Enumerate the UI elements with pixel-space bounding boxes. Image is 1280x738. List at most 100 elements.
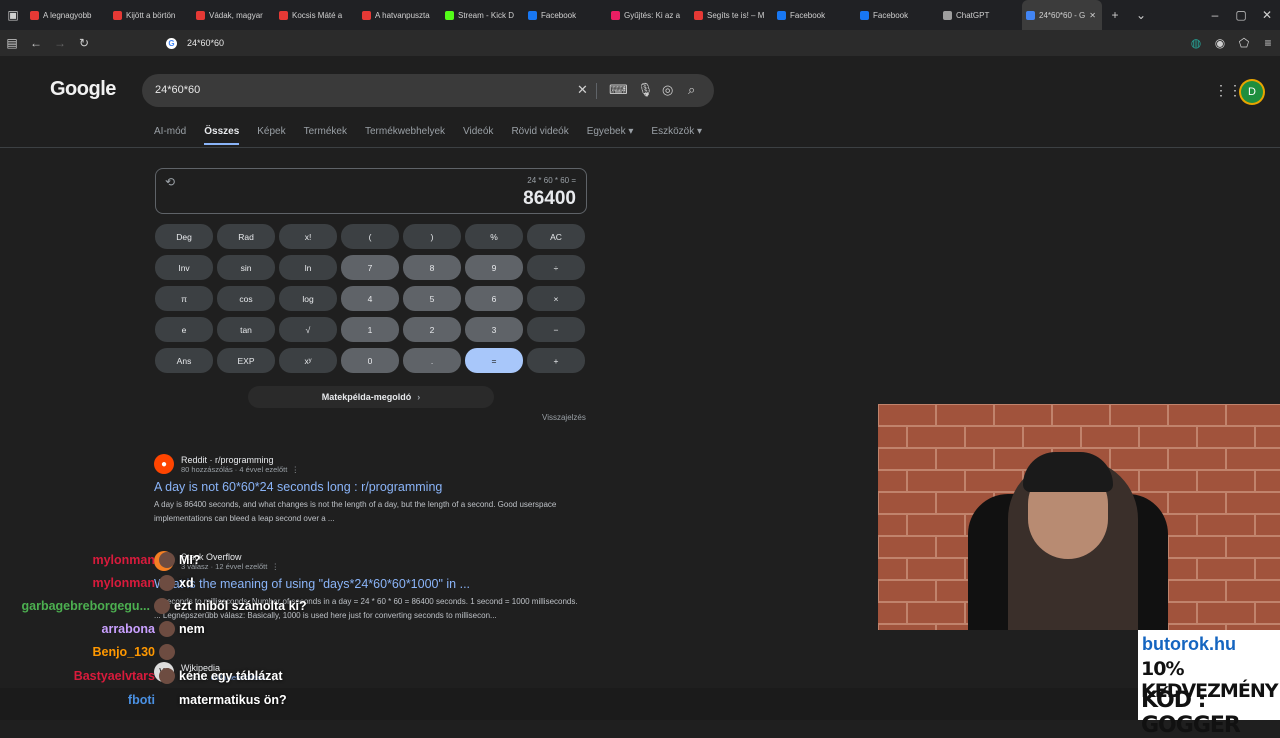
calculator-key[interactable]: . xyxy=(403,348,461,373)
feedback-link[interactable]: Visszajelzés xyxy=(542,413,586,422)
calculator-key[interactable]: ÷ xyxy=(527,255,585,280)
forward-icon[interactable]: → xyxy=(48,36,72,50)
nav-tab[interactable]: Termékwebhelyek xyxy=(365,126,445,145)
browser-tab[interactable]: ChatGPT xyxy=(939,0,1022,30)
calculator-key[interactable]: x! xyxy=(279,224,337,249)
calculator-key[interactable]: % xyxy=(465,224,523,249)
extensions-icon[interactable]: ⬠ xyxy=(1232,36,1256,50)
calculator-key[interactable]: 1 xyxy=(341,317,399,342)
math-solver-button[interactable]: Matekpélda-megoldó › xyxy=(248,386,494,408)
clear-icon[interactable]: ✕ xyxy=(577,82,588,98)
vpn-icon[interactable]: ◍ xyxy=(1184,36,1208,50)
tab-list-icon[interactable]: ⌄ xyxy=(1128,8,1154,22)
calculator-key[interactable]: 8 xyxy=(403,255,461,280)
calculator-key[interactable]: 9 xyxy=(465,255,523,280)
calculator-key[interactable]: + xyxy=(527,348,585,373)
address-bar[interactable]: G 24*60*60 xyxy=(166,37,1096,49)
calculator-key[interactable]: Ans xyxy=(155,348,213,373)
history-icon[interactable]: ⟲ xyxy=(165,175,175,189)
maximize-icon[interactable]: ▢ xyxy=(1228,8,1254,22)
nav-tab[interactable]: Videók xyxy=(463,126,493,145)
calculator-key[interactable]: 6 xyxy=(465,286,523,311)
calculator-key[interactable]: xʸ xyxy=(279,348,337,373)
nav-tab[interactable]: Egyebek ▾ xyxy=(587,126,634,145)
result-source[interactable]: ≡ Stack Overflow 3 válasz · 12 évvel eze… xyxy=(154,551,594,571)
calculator-key[interactable]: × xyxy=(527,286,585,311)
browser-tab[interactable]: Stream - Kick D xyxy=(441,0,524,30)
chat-text: ezt miből számolta ki? xyxy=(174,599,307,613)
calculator-expression: 24 * 60 * 60 = xyxy=(527,176,576,185)
browser-tab[interactable]: Vádak, magyar xyxy=(192,0,275,30)
microphone-icon[interactable]: 🎙︎ xyxy=(637,82,654,98)
calculator-key[interactable]: √ xyxy=(279,317,337,342)
chat-message: Benjo_130 xyxy=(0,644,179,660)
reload-icon[interactable]: ↻ xyxy=(72,36,96,50)
close-window-icon[interactable]: ✕ xyxy=(1254,8,1280,22)
wall-brick xyxy=(1255,470,1280,492)
calculator-key[interactable]: π xyxy=(155,286,213,311)
profile-icon[interactable]: ◉ xyxy=(1208,36,1232,50)
browser-tab[interactable]: Gyűjtés: Ki az a xyxy=(607,0,690,30)
calculator-key[interactable]: EXP xyxy=(217,348,275,373)
back-icon[interactable]: ← xyxy=(24,36,48,50)
tab-actions-icon[interactable]: ▣ xyxy=(0,8,26,22)
apps-grid-icon[interactable]: ⋮⋮ xyxy=(1214,82,1242,99)
browser-tab[interactable]: Facebook xyxy=(773,0,856,30)
avatar[interactable]: D xyxy=(1241,81,1263,103)
calculator-key[interactable]: 2 xyxy=(403,317,461,342)
nav-tab[interactable]: AI-mód xyxy=(154,126,186,145)
nav-tab[interactable]: Eszközök ▾ xyxy=(651,126,702,145)
calculator-key[interactable]: 3 xyxy=(465,317,523,342)
new-tab-icon[interactable]: + xyxy=(1102,8,1128,22)
browser-tab[interactable]: Segíts te is! – M xyxy=(690,0,773,30)
wall-brick xyxy=(1081,426,1139,448)
browser-tab[interactable]: Facebook xyxy=(524,0,607,30)
browser-tab[interactable]: Kijött a börtön xyxy=(109,0,192,30)
calculator-key[interactable]: ) xyxy=(403,224,461,249)
calculator-key[interactable]: 5 xyxy=(403,286,461,311)
browser-tab[interactable]: A hatvanpuszta xyxy=(358,0,441,30)
chat-username: Benjo_130 xyxy=(92,645,155,659)
result-title[interactable]: What is the meaning of using "days*24*60… xyxy=(154,577,594,591)
browser-tab[interactable]: Kocsis Máté a xyxy=(275,0,358,30)
calculator-key[interactable]: sin xyxy=(217,255,275,280)
google-logo[interactable]: Google xyxy=(50,78,116,101)
calculator-key[interactable]: log xyxy=(279,286,337,311)
calculator-key[interactable]: − xyxy=(527,317,585,342)
calculator-key[interactable]: Inv xyxy=(155,255,213,280)
nav-tab[interactable]: Termékek xyxy=(304,126,347,145)
calculator-key[interactable]: Deg xyxy=(155,224,213,249)
result-source[interactable]: ● Reddit · r/programming 80 hozzászólás … xyxy=(154,454,594,474)
calculator-key[interactable]: e xyxy=(155,317,213,342)
wall-brick xyxy=(1255,514,1280,536)
wall-brick xyxy=(878,580,936,602)
lens-icon[interactable]: ◎ xyxy=(662,82,673,98)
result-title[interactable]: A day is not 60*60*24 seconds long : r/p… xyxy=(154,480,594,494)
nav-tab[interactable]: Összes xyxy=(204,126,240,145)
nav-tab[interactable]: Rövid videók xyxy=(511,126,568,145)
search-input[interactable]: 24*60*60 xyxy=(155,84,200,96)
calculator-key[interactable]: ln xyxy=(279,255,337,280)
calculator-key[interactable]: cos xyxy=(217,286,275,311)
calculator-key[interactable]: AC xyxy=(527,224,585,249)
calculator-key[interactable]: Rad xyxy=(217,224,275,249)
browser-tab[interactable]: A legnagyobb xyxy=(26,0,109,30)
keyboard-icon[interactable]: ⌨ xyxy=(609,82,628,98)
browser-tab[interactable]: 24*60*60 - G ✕ xyxy=(1022,0,1102,30)
wall-brick xyxy=(1226,580,1280,602)
nav-tab[interactable]: Képek xyxy=(257,126,285,145)
minimize-icon[interactable]: – xyxy=(1202,8,1228,22)
chat-username: Bastyaelvtars xyxy=(73,669,155,683)
browser-tab[interactable]: Facebook xyxy=(856,0,939,30)
calculator-key[interactable]: 7 xyxy=(341,255,399,280)
close-tab-icon[interactable]: ✕ xyxy=(1089,11,1096,20)
calculator-key[interactable]: ( xyxy=(341,224,399,249)
sidebar-icon[interactable]: ▤ xyxy=(0,36,24,50)
menu-icon[interactable]: ≡ xyxy=(1256,36,1280,50)
search-icon[interactable]: ⌕ xyxy=(688,82,695,98)
search-box[interactable]: 24*60*60 ✕ ⌨ 🎙︎ ◎ ⌕ xyxy=(142,74,714,107)
calculator-key[interactable]: 0 xyxy=(341,348,399,373)
calculator-key[interactable]: = xyxy=(465,348,523,373)
calculator-key[interactable]: tan xyxy=(217,317,275,342)
calculator-key[interactable]: 4 xyxy=(341,286,399,311)
